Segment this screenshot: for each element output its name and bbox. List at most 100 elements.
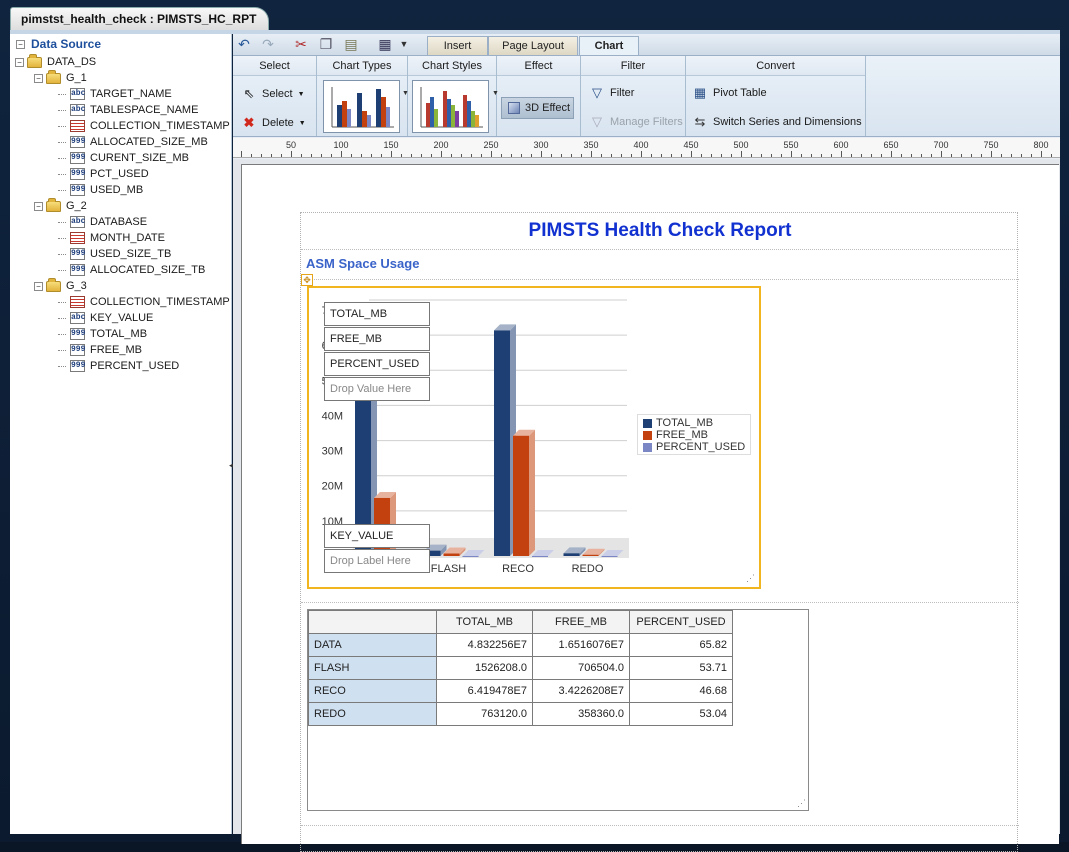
select-button[interactable]: ⇖ Select ▼ (241, 86, 305, 102)
table-cell[interactable]: 1526208.0 (436, 656, 533, 680)
tree-field[interactable]: d MONTH_DATE (70, 230, 165, 246)
chart-type-gallery[interactable] (323, 80, 400, 133)
move-handle-icon[interactable]: ✥ (301, 274, 313, 286)
tree-field[interactable]: abc TARGET_NAME (70, 86, 172, 102)
editor-area: ↶ ↷ ✂ ❐ ▤ ▦ ▼ Insert Page Layout Chart S… (233, 34, 1060, 852)
tree-field[interactable]: 999 ALLOCATED_SIZE_MB (70, 134, 208, 150)
number-field-icon: 999 (70, 136, 86, 148)
tree-field[interactable]: abc TABLESPACE_NAME (70, 102, 198, 118)
report-subtitle[interactable]: ASM Space Usage (306, 256, 419, 271)
tree-field[interactable]: 999 ALLOCATED_SIZE_TB (70, 262, 205, 278)
table-cell[interactable]: 4.832256E7 (436, 633, 533, 657)
tree-connector (58, 142, 66, 143)
resize-grip-icon[interactable]: ⋰ (797, 798, 806, 809)
value-field-zone[interactable]: TOTAL_MB (324, 302, 430, 326)
table-cell[interactable]: 6.419478E7 (436, 679, 533, 703)
table-cell[interactable]: 53.04 (629, 702, 733, 726)
tree-field[interactable]: 999 PCT_USED (70, 166, 149, 182)
tree-group[interactable]: − G_3 (34, 277, 87, 294)
tab-chart[interactable]: Chart (579, 36, 639, 57)
ruler-tick (851, 154, 852, 157)
chart-style-gallery[interactable] (412, 80, 489, 133)
value-field-zone[interactable]: FREE_MB (324, 327, 430, 351)
tree-field[interactable]: d COLLECTION_TIMESTAMP (70, 118, 230, 134)
resize-grip-icon[interactable]: ⋰ (746, 573, 755, 584)
table-cell[interactable]: 3.4226208E7 (532, 679, 630, 703)
pivot-table-button[interactable]: ▦ Pivot Table (692, 85, 767, 101)
tree-connector (58, 158, 66, 159)
tree-field[interactable]: 999 CURENT_SIZE_MB (70, 150, 189, 166)
row-label-cell[interactable]: DATA (308, 633, 437, 657)
drop-label-zone[interactable]: Drop Label Here (324, 549, 430, 573)
column-header[interactable]: PERCENT_USED (629, 610, 733, 634)
table-cell[interactable]: 53.71 (629, 656, 733, 680)
ruler-tick (971, 154, 972, 157)
table-cell[interactable]: 46.68 (629, 679, 733, 703)
tree-root[interactable]: − DATA_DS (15, 53, 96, 70)
paste-icon[interactable]: ▤ (343, 36, 359, 52)
chart-component[interactable]: ✥ 10M20M30M40M50M60M70M DATAFLASHRECORED… (301, 274, 761, 589)
report-title[interactable]: PIMSTS Health Check Report (301, 220, 1019, 242)
tree-field[interactable]: 999 TOTAL_MB (70, 326, 147, 342)
ruler-tick (431, 154, 432, 157)
label-field-zone[interactable]: KEY_VALUE (324, 524, 430, 548)
switch-series-button[interactable]: ⇆ Switch Series and Dimensions (692, 114, 862, 130)
column-header[interactable] (308, 610, 437, 634)
table-cell[interactable]: 706504.0 (532, 656, 630, 680)
delete-button[interactable]: ✖ Delete ▼ (241, 115, 306, 131)
collapse-icon[interactable]: − (15, 57, 24, 67)
chevron-down-icon[interactable]: ▼ (396, 36, 412, 52)
layout-icon[interactable]: ▦ (377, 36, 393, 52)
tree-field[interactable]: abc DATABASE (70, 214, 147, 230)
folder-icon (46, 277, 61, 292)
3d-effect-button[interactable]: 3D Effect (501, 97, 574, 119)
collapse-icon[interactable]: − (34, 281, 43, 291)
tree-group[interactable]: − G_2 (34, 197, 87, 214)
document-tab[interactable]: pimstst_health_check : PIMSTS_HC_RPT (10, 7, 270, 31)
tree-field[interactable]: abc KEY_VALUE (70, 310, 153, 326)
column-header[interactable]: TOTAL_MB (436, 610, 533, 634)
legend-label: TOTAL_MB (656, 417, 714, 429)
table-cell[interactable]: 358360.0 (532, 702, 630, 726)
column-header[interactable]: FREE_MB (532, 610, 630, 634)
row-label-cell[interactable]: REDO (308, 702, 437, 726)
chart-types-title: Chart Types (317, 56, 407, 76)
tree-field[interactable]: 999 USED_SIZE_TB (70, 246, 171, 262)
ruler-tick (721, 154, 722, 157)
ruler-label: 650 (883, 140, 899, 150)
manage-filters-button[interactable]: ▽ Manage Filters (589, 114, 683, 130)
ruler-tick (491, 151, 492, 157)
ruler-tick (261, 154, 262, 157)
chart-types-group: Chart Types ▼ (317, 56, 409, 136)
undo-icon[interactable]: ↶ (236, 36, 252, 52)
tree-field[interactable]: 999 PERCENT_USED (70, 358, 179, 374)
value-field-zone[interactable]: PERCENT_USED (324, 352, 430, 376)
ruler-tick (251, 154, 252, 157)
table-cell[interactable]: 65.82 (629, 633, 733, 657)
table-cell[interactable]: 1.6516076E7 (532, 633, 630, 657)
table-cell[interactable]: 763120.0 (436, 702, 533, 726)
collapse-icon[interactable]: − (16, 39, 25, 49)
row-label-cell[interactable]: RECO (308, 679, 437, 703)
data-table-component[interactable]: TOTAL_MB FREE_MB PERCENT_USED DATA 4.832256E… (307, 609, 809, 811)
tree-field[interactable]: d COLLECTION_TIMESTAMP (70, 294, 230, 310)
drop-value-zone[interactable]: Drop Value Here (324, 377, 430, 401)
row-label-cell[interactable]: FLASH (308, 656, 437, 680)
tab-insert[interactable]: Insert (427, 36, 488, 56)
redo-icon[interactable]: ↷ (260, 36, 276, 52)
copy-icon[interactable]: ❐ (318, 36, 334, 52)
tree-group[interactable]: − G_1 (34, 69, 87, 86)
cut-icon[interactable]: ✂ (293, 36, 309, 52)
collapse-icon[interactable]: − (34, 201, 43, 211)
filter-button[interactable]: ▽ Filter (589, 85, 634, 101)
date-field-icon: d (70, 120, 85, 132)
tree-field[interactable]: 999 FREE_MB (70, 342, 142, 358)
ruler-tick (1011, 154, 1012, 157)
tab-page-layout[interactable]: Page Layout (488, 36, 578, 56)
tree-field[interactable]: 999 USED_MB (70, 182, 143, 198)
text-field-icon: abc (70, 104, 86, 116)
collapse-icon[interactable]: − (34, 73, 43, 83)
data-source-header[interactable]: − Data Source (10, 35, 231, 53)
tree-connector (58, 174, 66, 175)
bar-reco-free-mb (513, 429, 535, 556)
